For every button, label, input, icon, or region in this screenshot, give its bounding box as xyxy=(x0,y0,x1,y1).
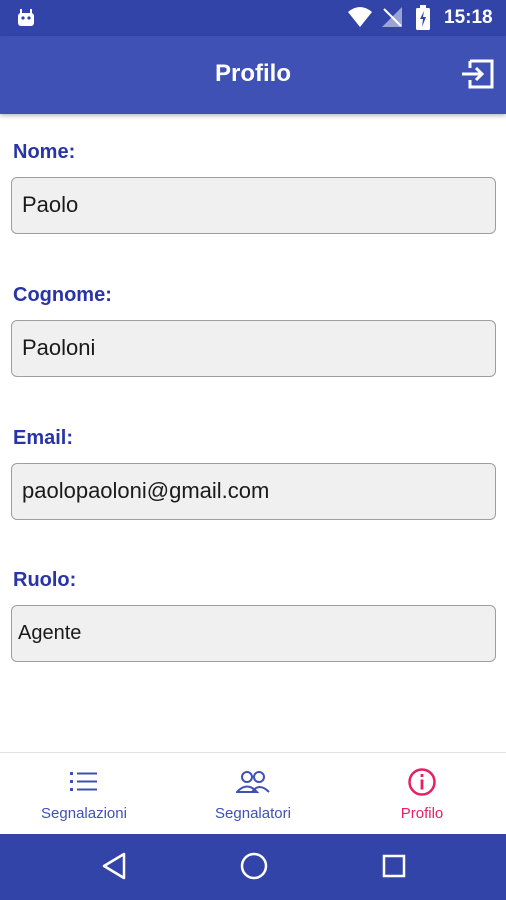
people-icon xyxy=(236,771,270,793)
recents-icon[interactable] xyxy=(381,851,407,881)
signal-icon xyxy=(382,7,402,27)
android-icon xyxy=(18,9,34,26)
back-icon[interactable] xyxy=(101,851,127,881)
nav-item-profilo[interactable]: Profilo xyxy=(338,753,506,835)
nome-label: Nome: xyxy=(13,141,76,163)
list-icon xyxy=(70,772,97,791)
nav-item-segnalatori[interactable]: Segnalatori xyxy=(169,753,337,835)
nav-label-segnalatori: Segnalatori xyxy=(215,805,291,822)
info-icon xyxy=(408,768,436,796)
bottom-navigation: Segnalazioni Segnalatori Profilo xyxy=(0,752,506,834)
nav-label-profilo: Profilo xyxy=(400,805,444,822)
battery-icon xyxy=(416,5,430,30)
status-clock: 15:18 xyxy=(444,7,493,28)
nav-label-segnalazioni: Segnalazioni xyxy=(41,805,127,822)
status-bar: 15:18 xyxy=(0,0,506,36)
logout-icon[interactable] xyxy=(460,58,496,90)
app-bar: Profilo xyxy=(0,36,506,114)
page-title: Profilo xyxy=(215,60,291,87)
nome-field[interactable]: Paolo xyxy=(11,177,496,234)
cognome-label: Cognome: xyxy=(13,284,112,306)
email-label: Email: xyxy=(13,427,74,449)
home-icon[interactable] xyxy=(239,851,269,881)
wifi-icon xyxy=(348,7,372,27)
ruolo-field[interactable]: Agente xyxy=(11,605,496,662)
nav-item-segnalazioni[interactable]: Segnalazioni xyxy=(0,753,168,835)
system-navigation-bar xyxy=(0,834,506,900)
ruolo-label: Ruolo: xyxy=(13,569,77,591)
email-field[interactable]: paolopaoloni@gmail.com xyxy=(11,463,496,520)
cognome-field[interactable]: Paoloni xyxy=(11,320,496,377)
